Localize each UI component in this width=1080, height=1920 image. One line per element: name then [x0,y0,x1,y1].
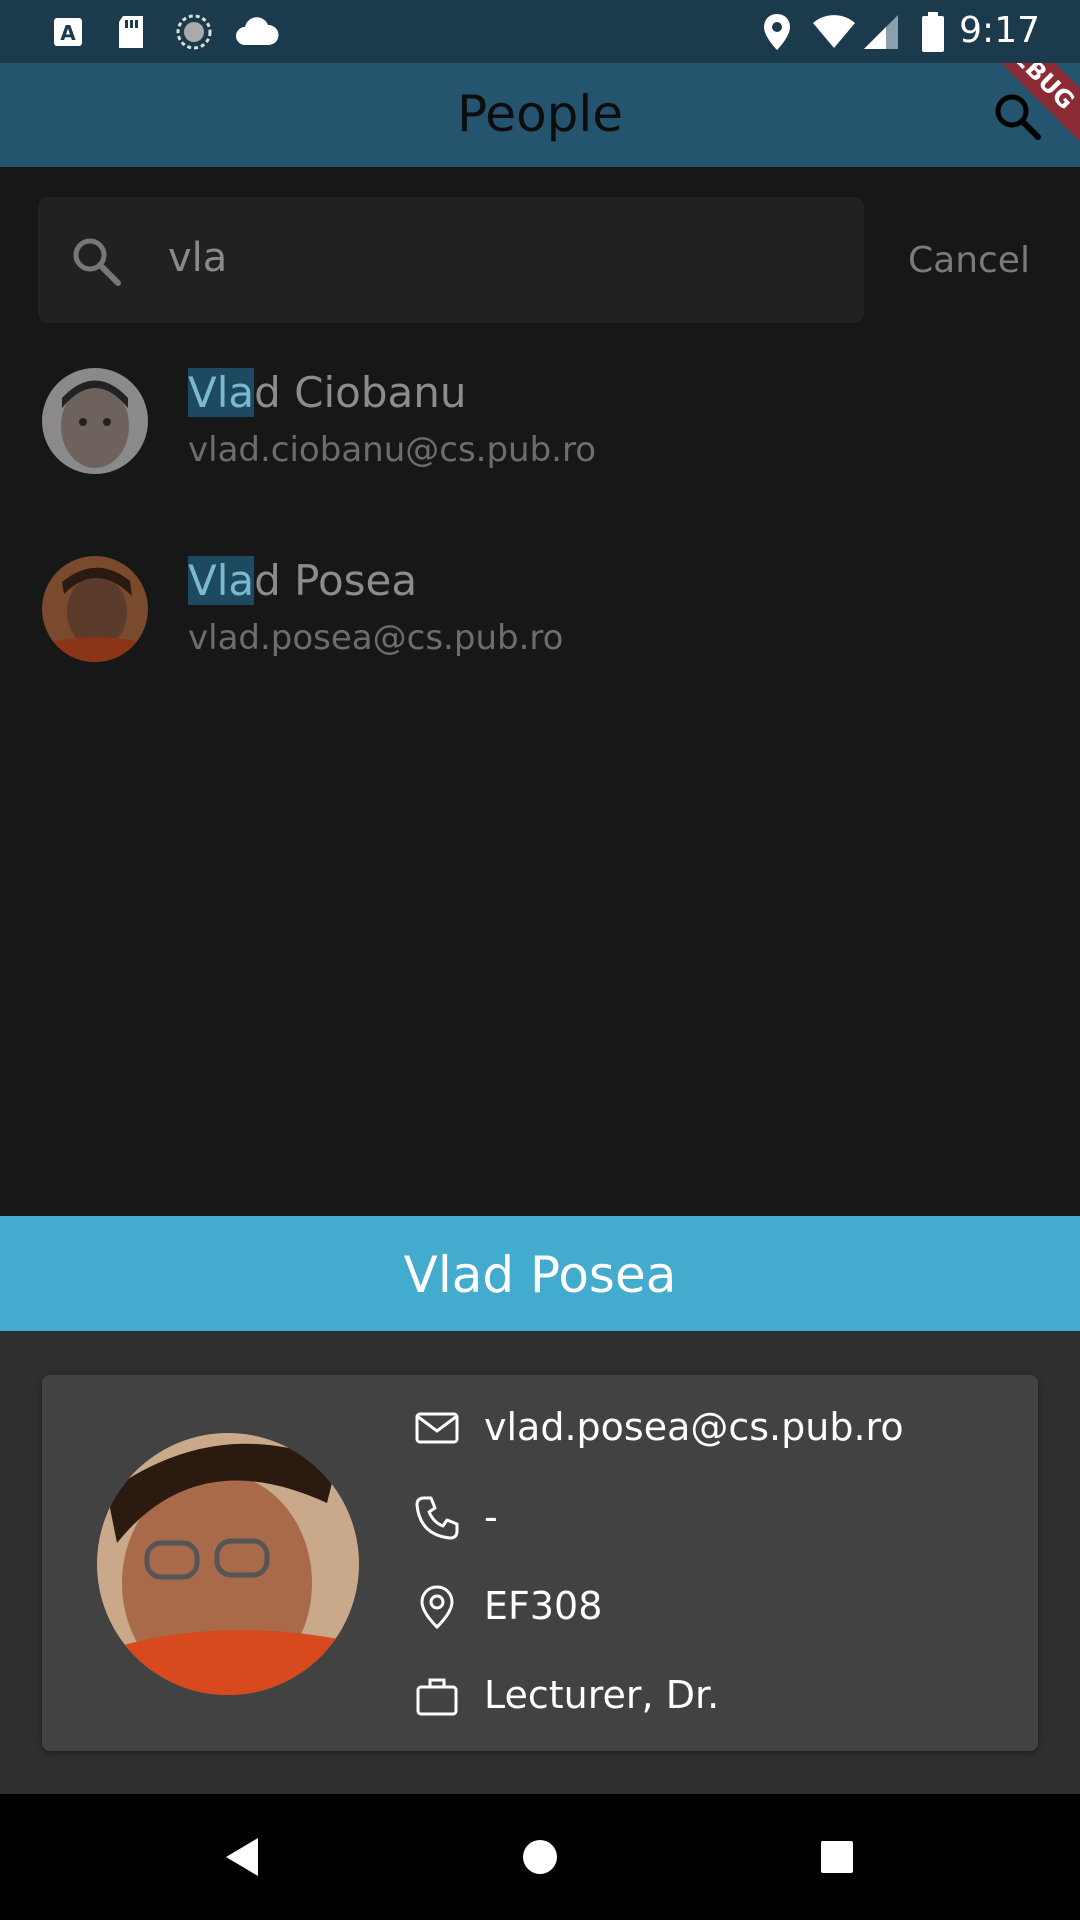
status-bar: A 9:17 [0,0,1080,63]
detail-position: Lecturer, Dr. [484,1673,720,1717]
back-icon[interactable] [216,1832,266,1882]
sd-card-icon [115,12,147,52]
result-name: Vlad Ciobanu [188,368,467,417]
cloud-icon [235,12,279,52]
detail-email: vlad.posea@cs.pub.ro [484,1405,904,1449]
svg-text:A: A [60,21,76,45]
person-card: vlad.posea@cs.pub.ro - EF308 Lecturer, D… [42,1375,1038,1751]
navigation-bar [0,1794,1080,1920]
avatar [42,556,148,662]
detail-phone: - [484,1495,498,1539]
mail-icon [415,1412,459,1444]
briefcase-icon [416,1678,458,1716]
result-name: Vlad Posea [188,556,418,605]
wifi-icon [812,12,856,52]
sync-icon [175,12,213,52]
search-input[interactable]: vla [168,235,227,281]
page-title: People [456,85,624,143]
search-icon [68,233,124,289]
phone-icon [415,1496,459,1540]
location-icon [762,12,792,52]
status-time: 9:17 [959,10,1040,51]
a-text-icon: A [52,12,84,52]
result-email: vlad.ciobanu@cs.pub.ro [188,430,597,470]
detail-title: Vlad Posea [403,1246,677,1304]
detail-header: Vlad Posea [0,1216,1080,1331]
detail-panel: vlad.posea@cs.pub.ro - EF308 Lecturer, D… [0,1331,1080,1794]
app-bar: People DEBUG [0,63,1080,167]
list-item[interactable]: Vlad Posea vlad.posea@cs.pub.ro [0,556,1080,706]
search-field[interactable]: vla [38,197,864,323]
avatar [97,1433,359,1695]
home-icon[interactable] [515,1832,565,1882]
list-item[interactable]: Vlad Ciobanu vlad.ciobanu@cs.pub.ro [0,368,1080,518]
result-email: vlad.posea@cs.pub.ro [188,618,564,658]
cancel-button[interactable]: Cancel [908,240,1030,281]
signal-icon [862,12,900,52]
location-icon [420,1585,454,1630]
avatar [42,368,148,474]
battery-icon [920,12,946,52]
recents-icon[interactable] [812,1832,862,1882]
search-icon[interactable] [992,91,1042,141]
detail-office: EF308 [484,1584,603,1628]
